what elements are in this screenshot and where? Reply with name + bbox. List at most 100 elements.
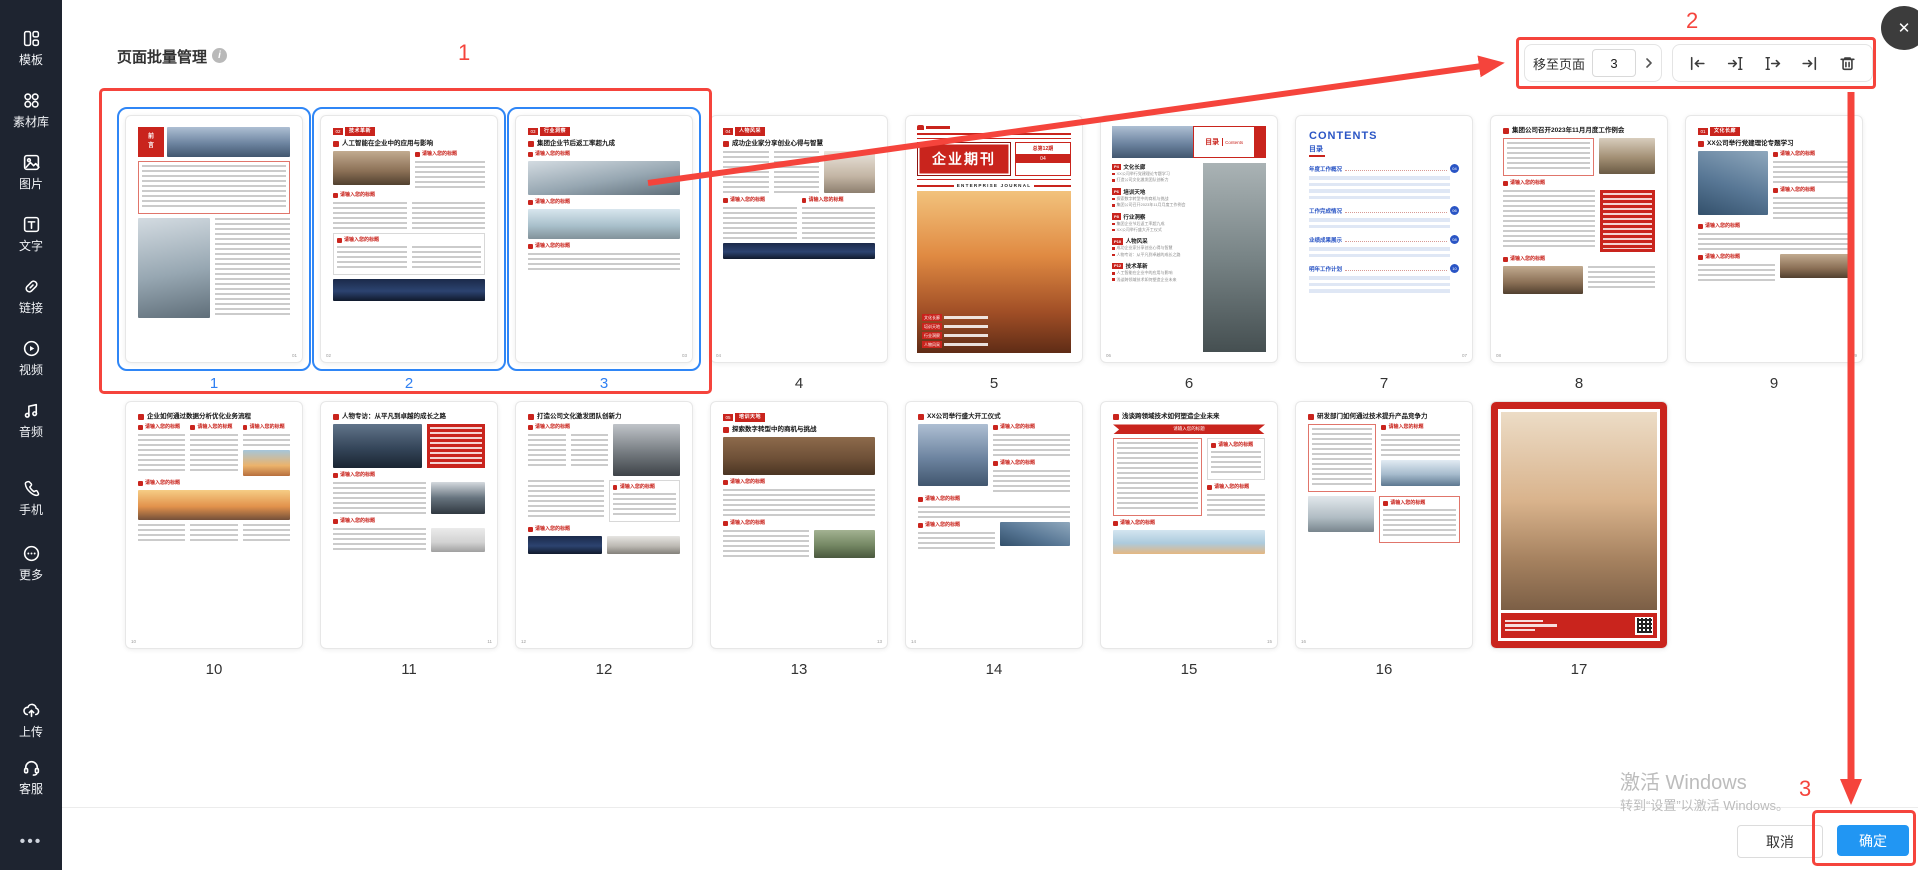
text-lines: [1773, 197, 1850, 219]
page-thumbnail[interactable]: 企业如何通过数据分析优化业务流程请输入您的标题请输入您的标题请输入您的标题请输入…: [125, 401, 303, 649]
page-thumbnail[interactable]: 05培训天地探索数字转型中的商机与挑战请输入您的标题请输入您的标题13: [710, 401, 888, 649]
insert-before-icon[interactable]: [1722, 50, 1748, 76]
toc-entry: P6培训天地探索数字转型中的商机与挑战集团公司召开2023年11月月度工作例会: [1112, 188, 1197, 209]
section-header: 请输入您的标题: [190, 424, 237, 430]
audio-icon: [0, 400, 62, 420]
thumbnail-row-1: 前言01102技术革新人工智能在企业中的应用与影响请输入您的标题请输入您的标题请…: [125, 115, 1863, 392]
page-thumbnail[interactable]: 打造公司文化激发团队创新力请输入您的标题请输入您的标题请输入您的标题12: [515, 401, 693, 649]
page-thumbnail[interactable]: 04人物风采成功企业家分享创业心得与智慧请输入您的标题请输入您的标题04: [710, 115, 888, 363]
page-thumbnail[interactable]: 03行业洞察集团企业节后返工率超九成请输入您的标题请输入您的标题请输入您的标题0…: [515, 115, 693, 363]
text-lines: [337, 246, 407, 268]
page-thumbnail[interactable]: 前言01: [125, 115, 303, 363]
text-lines: [333, 528, 426, 550]
contents-entry: 业绩成果展示08: [1309, 235, 1459, 257]
page-photo: [1599, 138, 1655, 174]
section-header: 请输入您的标题: [802, 197, 876, 203]
page-title: 页面批量管理: [117, 46, 207, 67]
page-number-label: 12: [596, 661, 613, 678]
sidebar-item-audio[interactable]: 音频: [0, 400, 62, 440]
page-thumbnail[interactable]: 目录ContentsP4文化长廊XX公司举行党建理论专题学习打造公司文化激发团队…: [1100, 115, 1278, 363]
toc-entry: P10人物风采成功企业家分享创业心得与智慧人物专访：从平凡到卓越的成长之路: [1112, 237, 1197, 258]
text-lines: [1507, 142, 1590, 169]
sidebar-item-upload[interactable]: 上传: [0, 700, 62, 740]
delete-icon[interactable]: [1834, 50, 1860, 76]
text-lines: [190, 434, 237, 471]
overflow-dots-icon[interactable]: •••: [0, 833, 62, 851]
section-header: 请输入您的标题: [1773, 187, 1850, 193]
page-photo: [1503, 266, 1583, 294]
sidebar-item-link[interactable]: 链接: [0, 276, 62, 316]
chapter-badge: 01文化长廊: [1698, 127, 1850, 136]
page-corner-number: 10: [131, 639, 136, 644]
page-photo: [918, 424, 988, 486]
annotation-number-2: 2: [1686, 8, 1698, 34]
page-number-label: 8: [1575, 375, 1583, 392]
page-corner-number: 03: [682, 353, 687, 358]
page-corner-number: 06: [1106, 353, 1111, 358]
page-thumbnail[interactable]: XX公司举行盛大开工仪式请输入您的标题请输入您的标题请输入您的标题请输入您的标题…: [905, 401, 1083, 649]
page-corner-number: 02: [326, 353, 331, 358]
move-to-page-go-button[interactable]: [1643, 51, 1655, 75]
text-icon: [0, 214, 62, 234]
section-header: 请输入您的标题: [528, 199, 680, 205]
sidebar-item-more[interactable]: 更多: [0, 543, 62, 583]
sidebar-item-text[interactable]: 文字: [0, 214, 62, 254]
text-lines: [1312, 428, 1372, 485]
page-thumbnail[interactable]: CONTENTS目录年度工作概况04工作完成情况06业绩成果展示08明年工作计划…: [1295, 115, 1473, 363]
image-icon: [0, 152, 62, 172]
text-lines: [333, 202, 407, 229]
page-photo: [814, 530, 875, 558]
text-lines: [918, 506, 1070, 518]
cancel-button[interactable]: 取消: [1737, 825, 1823, 858]
move-to-page-group: 移至页面: [1524, 44, 1662, 82]
page-photo: [1780, 254, 1850, 278]
page-thumbnail[interactable]: 企业期刊总第12期04ENTERPRISE JOURNAL文化长廊培训天地行业洞…: [905, 115, 1083, 363]
sidebar-item-assets[interactable]: 素材库: [0, 90, 62, 130]
page-actions-group: [1672, 44, 1873, 82]
section-header: 请输入您的标题: [1383, 500, 1456, 506]
windows-activate-watermark-sub: 转到“设置”以激活 Windows。: [1620, 795, 1789, 814]
text-lines: [415, 161, 485, 188]
qr-code: [1635, 617, 1653, 635]
article-title: 集团公司召开2023年11月月度工作例会: [1503, 127, 1655, 134]
text-lines: [918, 532, 995, 549]
text-lines: [1698, 264, 1775, 281]
assets-icon: [0, 90, 62, 110]
section-header: 请输入您的标题: [613, 484, 676, 490]
close-icon[interactable]: ✕: [1881, 6, 1918, 50]
page-thumbnail[interactable]: 集团公司召开2023年11月月度工作例会请输入您的标题请输入您的标题08: [1490, 115, 1668, 363]
page-photo: [243, 450, 290, 476]
move-to-last-icon[interactable]: [1797, 50, 1823, 76]
section-header: 请输入您的标题: [528, 526, 680, 532]
contents-title-en: CONTENTS: [1309, 130, 1459, 142]
sidebar-item-video[interactable]: 视频: [0, 338, 62, 378]
section-header: 请输入您的标题: [918, 496, 1070, 502]
page-thumbnail[interactable]: 浅谈跨领域技术如何塑造企业未来请输入您的标题请输入您的标题请输入您的标题请输入您…: [1100, 401, 1278, 649]
move-to-first-icon[interactable]: [1685, 50, 1711, 76]
page-thumbnail[interactable]: [1490, 401, 1668, 649]
page-photo: [431, 482, 485, 514]
page-thumbnail[interactable]: 02技术革新人工智能在企业中的应用与影响请输入您的标题请输入您的标题请输入您的标…: [320, 115, 498, 363]
text-lines: [1117, 442, 1198, 509]
move-to-page-input[interactable]: [1592, 49, 1636, 77]
sidebar-item-template[interactable]: 模板: [0, 28, 62, 68]
article-title: 研发部门如何通过技术提升产品竞争力: [1308, 413, 1460, 420]
thumbnail-row-2: 企业如何通过数据分析优化业务流程请输入您的标题请输入您的标题请输入您的标题请输入…: [125, 401, 1668, 678]
section-header: 请输入您的标题: [993, 460, 1070, 466]
sidebar-item-image[interactable]: 图片: [0, 152, 62, 192]
page-photo: [824, 151, 875, 193]
page-thumbnail[interactable]: 人物专访：从平凡到卓越的成长之路请输入您的标题请输入您的标题11: [320, 401, 498, 649]
confirm-button[interactable]: 确定: [1837, 825, 1909, 856]
section-header: 请输入您的标题: [528, 424, 608, 430]
insert-after-icon[interactable]: [1759, 50, 1785, 76]
page-thumbnail[interactable]: 研发部门如何通过技术提升产品竞争力请输入您的标题请输入您的标题16: [1295, 401, 1473, 649]
article-title: 人物专访：从平凡到卓越的成长之路: [333, 413, 485, 420]
page-thumbnail[interactable]: 01文化长廊XX公司举行党建理论专题学习请输入您的标题请输入您的标题请输入您的标…: [1685, 115, 1863, 363]
article-title: 浅谈跨领域技术如何塑造企业未来: [1113, 413, 1265, 420]
text-lines: [1383, 509, 1456, 536]
text-lines: [993, 434, 1070, 456]
sidebar-item-service[interactable]: 客服: [0, 757, 62, 797]
sidebar-item-phone[interactable]: 手机: [0, 478, 62, 518]
page-number-label: 7: [1380, 375, 1388, 392]
toc-photo: [1203, 163, 1266, 352]
